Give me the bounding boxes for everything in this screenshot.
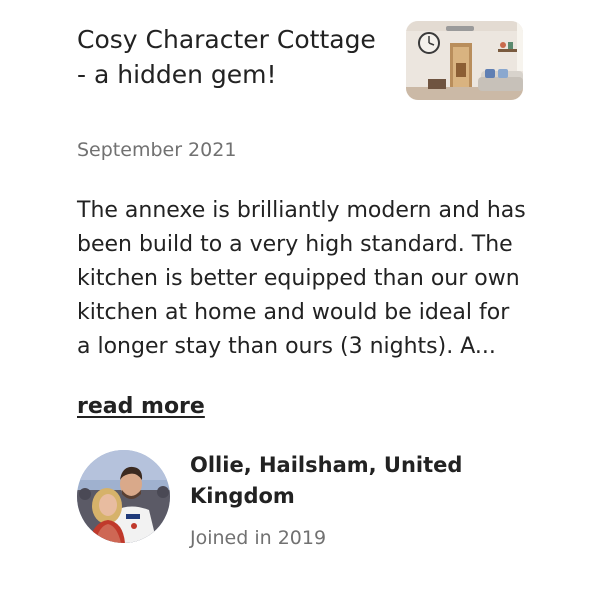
review-card: Cosy Character Cottage - a hidden gem! S… bbox=[0, 0, 600, 600]
reviewer-photo-image bbox=[77, 450, 170, 543]
reviewer-joined-date: Joined in 2019 bbox=[190, 527, 327, 549]
review-date: September 2021 bbox=[77, 139, 237, 161]
listing-photo-image bbox=[406, 21, 523, 100]
review-text: The annexe is brilliantly modern and has… bbox=[77, 198, 526, 359]
reviewer-avatar[interactable] bbox=[77, 450, 170, 543]
listing-thumbnail[interactable] bbox=[406, 21, 523, 100]
listing-title: Cosy Character Cottage - a hidden gem! bbox=[77, 25, 376, 89]
read-more-link[interactable]: read more bbox=[77, 390, 205, 424]
reviewer-name[interactable]: Ollie, Hailsham, United Kingdom bbox=[190, 450, 520, 512]
